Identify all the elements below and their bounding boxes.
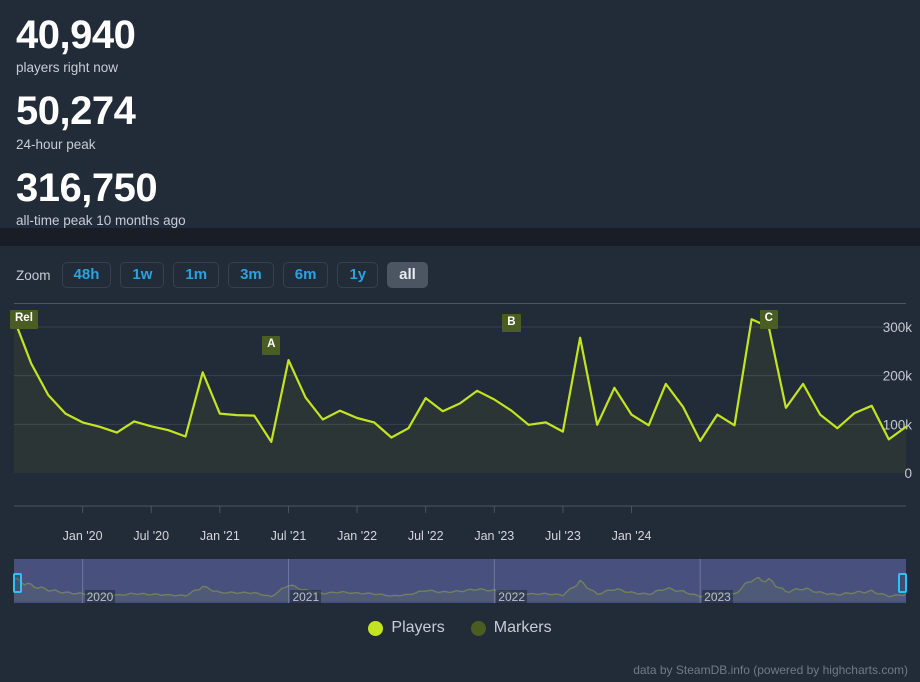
x-axis-labels: Jan '20 Jul '20 Jan '21 Jul '21 Jan '22 Jul '… [0,525,920,551]
chart-credits[interactable]: data by SteamDB.info (powered by highcha… [633,663,908,677]
x-axis-tick-label: Jan '20 [63,529,103,543]
zoom-button-6m[interactable]: 6m [283,262,329,288]
y-axis-tick-label: 300k [883,320,913,335]
zoom-button-1m[interactable]: 1m [173,262,219,288]
chart-legend: Players Markers [0,619,920,637]
legend-label: Players [391,619,444,637]
chart-plot-area[interactable]: 0100k200k300k RelABC [0,310,920,525]
x-axis-tick-label: Jul '20 [133,529,169,543]
stat-all-time-peak: 316,750 all-time peak 10 months ago [16,167,904,229]
legend-item-markers[interactable]: Markers [471,619,552,637]
stat-label: all-time peak 10 months ago [16,213,904,229]
zoom-button-1w[interactable]: 1w [120,262,164,288]
stat-players-right-now: 40,940 players right now [16,14,904,76]
stat-value: 316,750 [16,167,904,210]
x-axis-tick-label: Jan '22 [337,529,377,543]
zoom-label: Zoom [16,268,51,283]
chart-marker-badge-c[interactable]: C [760,310,778,329]
x-axis-tick-label: Jul '21 [271,529,307,543]
navigator-handle-right[interactable] [898,573,907,593]
x-axis-ticks [83,506,632,513]
navigator-selection-mask[interactable] [14,559,906,603]
x-axis-tick-label: Jan '23 [474,529,514,543]
zoom-button-1y[interactable]: 1y [337,262,378,288]
legend-color-dot-icon [471,621,486,636]
zoom-button-all[interactable]: all [387,262,428,288]
divider [14,303,906,304]
legend-label: Markers [494,619,552,637]
legend-color-dot-icon [368,621,383,636]
navigator-year-label: 2023 [702,590,733,604]
navigator-svg [14,559,906,607]
navigator-year-label: 2022 [496,590,527,604]
chart-navigator[interactable]: 2020 2021 2022 2023 [14,559,906,607]
y-axis-tick-label: 200k [883,369,913,384]
navigator-year-label: 2020 [85,590,116,604]
navigator-handle-left[interactable] [13,573,22,593]
legend-item-players[interactable]: Players [368,619,444,637]
stat-label: 24-hour peak [16,137,904,153]
chart-marker-badge-a[interactable]: A [262,336,280,355]
stat-label: players right now [16,60,904,76]
x-axis-tick-label: Jan '21 [200,529,240,543]
chart-marker-badge-rel[interactable]: Rel [10,310,38,329]
y-axis-tick-label: 100k [883,417,913,432]
chart-marker-badge-b[interactable]: B [502,314,520,333]
x-axis-tick-label: Jul '22 [408,529,444,543]
section-gap [0,228,920,246]
stat-value: 50,274 [16,90,904,133]
zoom-range-selector: Zoom 48h 1w 1m 3m 6m 1y all [0,260,920,290]
zoom-button-3m[interactable]: 3m [228,262,274,288]
stat-value: 40,940 [16,14,904,57]
chart-svg: 0100k200k300k [0,310,920,525]
navigator-year-label: 2021 [290,590,321,604]
x-axis-tick-label: Jul '23 [545,529,581,543]
zoom-button-48h[interactable]: 48h [62,262,112,288]
x-axis-tick-label: Jan '24 [612,529,652,543]
stat-24-hour-peak: 50,274 24-hour peak [16,90,904,152]
stats-header: 40,940 players right now 50,274 24-hour … [0,0,920,228]
chart-card: Zoom 48h 1w 1m 3m 6m 1y all 0100k200k300… [0,246,920,682]
